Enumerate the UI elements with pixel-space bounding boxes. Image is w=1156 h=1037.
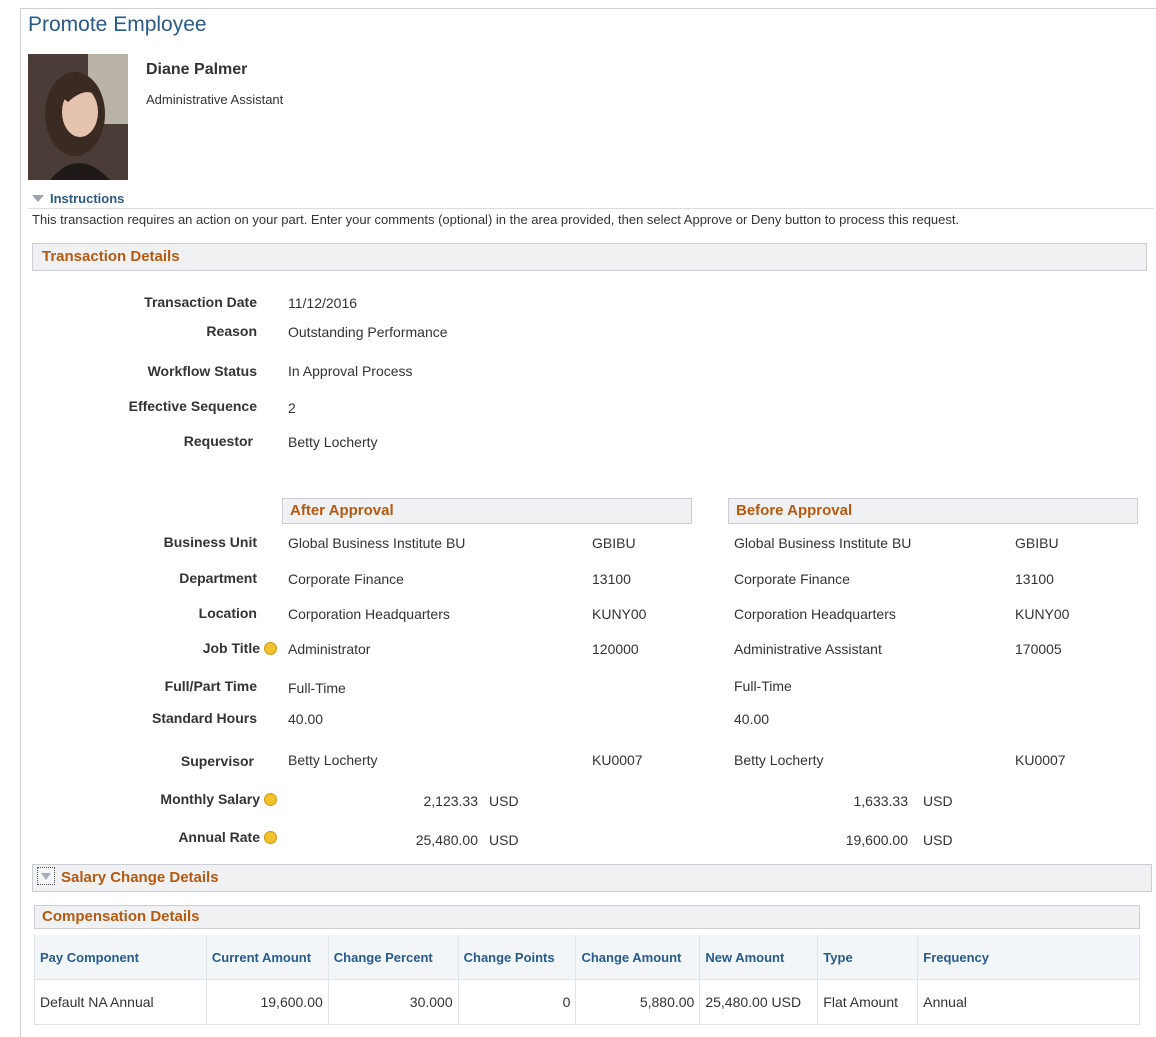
changed-indicator-icon (264, 831, 277, 844)
requestor-value: Betty Locherty (288, 434, 378, 450)
instructions-text: This transaction requires an action on y… (32, 212, 960, 227)
business-unit-after: Global Business Institute BU (288, 535, 466, 551)
cell-type: Flat Amount (817, 979, 919, 1025)
collapse-triangle-icon (32, 195, 44, 202)
monthly-salary-after: 2,123.33 (423, 793, 479, 809)
standard-hours-after: 40.00 (288, 711, 324, 727)
standard-hours-before: 40.00 (734, 711, 770, 727)
cell-change-percent: 30.000 (328, 979, 459, 1025)
transaction-date-value: 11/12/2016 (288, 295, 358, 311)
annual-rate-label-wrap: Annual Rate (60, 829, 277, 845)
col-current-amount[interactable]: Current Amount (206, 935, 329, 980)
col-change-amount[interactable]: Change Amount (575, 935, 701, 980)
business-unit-before-code: GBIBU (1015, 535, 1059, 551)
annual-rate-label: Annual Rate (178, 829, 260, 845)
annual-rate-after: 25,480.00 (415, 832, 478, 848)
col-change-percent[interactable]: Change Percent (328, 935, 459, 980)
monthly-salary-before-currency: USD (923, 793, 953, 809)
table-header-row: Pay Component Current Amount Change Perc… (34, 935, 1140, 980)
cell-change-points: 0 (458, 979, 577, 1025)
employee-photo (28, 54, 128, 180)
salary-change-details-label: Salary Change Details (61, 869, 219, 886)
job-title-label: Job Title (202, 640, 260, 656)
changed-indicator-icon (264, 793, 277, 806)
effective-sequence-label: Effective Sequence (128, 398, 257, 414)
cell-current-amount: 19,600.00 (206, 979, 329, 1025)
col-new-amount[interactable]: New Amount (699, 935, 819, 980)
department-after-code: 13100 (592, 571, 631, 587)
collapse-toggle-icon[interactable] (37, 867, 55, 885)
business-unit-label: Business Unit (163, 534, 257, 550)
job-title-after: Administrator (288, 641, 371, 657)
cell-change-amount: 5,880.00 (575, 979, 701, 1025)
supervisor-label: Supervisor (180, 753, 254, 769)
supervisor-after-code: KU0007 (592, 752, 643, 768)
job-title-before-code: 170005 (1015, 641, 1062, 657)
compensation-table: Pay Component Current Amount Change Perc… (34, 935, 1140, 1025)
instructions-toggle[interactable]: Instructions (32, 191, 124, 206)
location-after: Corporation Headquarters (288, 606, 450, 622)
transaction-date-label: Transaction Date (144, 294, 257, 310)
employee-job-title: Administrative Assistant (146, 92, 284, 107)
business-unit-after-code: GBIBU (592, 535, 636, 551)
col-change-points[interactable]: Change Points (458, 935, 577, 980)
job-title-label-wrap: Job Title (60, 640, 277, 656)
job-title-after-code: 120000 (592, 641, 639, 657)
supervisor-after: Betty Locherty (288, 752, 378, 768)
location-after-code: KUNY00 (592, 606, 647, 622)
changed-indicator-icon (264, 642, 277, 655)
location-before: Corporation Headquarters (734, 606, 896, 622)
before-approval-header: Before Approval (728, 498, 1138, 524)
col-frequency[interactable]: Frequency (917, 935, 1140, 980)
monthly-salary-label: Monthly Salary (160, 791, 260, 807)
table-row: Default NA Annual 19,600.00 30.000 0 5,8… (34, 979, 1140, 1025)
cell-new-amount: 25,480.00 USD (699, 979, 819, 1025)
transaction-details-header: Transaction Details (32, 243, 1147, 271)
instructions-label: Instructions (50, 191, 125, 206)
location-before-code: KUNY00 (1015, 606, 1070, 622)
col-type[interactable]: Type (817, 935, 919, 980)
department-after: Corporate Finance (288, 571, 404, 587)
full-part-time-label: Full/Part Time (164, 678, 257, 694)
col-pay-component[interactable]: Pay Component (34, 935, 207, 980)
annual-rate-after-currency: USD (489, 832, 519, 848)
monthly-salary-after-currency: USD (489, 793, 519, 809)
cell-pay-component: Default NA Annual (34, 979, 207, 1025)
supervisor-before-code: KU0007 (1015, 752, 1066, 768)
department-label: Department (179, 570, 257, 586)
annual-rate-before: 19,600.00 (845, 832, 908, 848)
supervisor-before: Betty Locherty (734, 752, 824, 768)
salary-change-details-header[interactable]: Salary Change Details (32, 864, 1152, 892)
department-before-code: 13100 (1015, 571, 1054, 587)
requestor-label: Requestor (183, 433, 253, 449)
monthly-salary-before: 1,633.33 (853, 793, 909, 809)
full-part-time-before: Full-Time (734, 678, 792, 694)
standard-hours-label: Standard Hours (151, 710, 257, 726)
annual-rate-before-currency: USD (923, 832, 953, 848)
reason-value: Outstanding Performance (288, 324, 448, 340)
workflow-status-value: In Approval Process (288, 363, 413, 379)
full-part-time-after: Full-Time (288, 680, 346, 696)
page-title: Promote Employee (28, 13, 207, 36)
job-title-before: Administrative Assistant (734, 641, 882, 657)
after-approval-header: After Approval (282, 498, 692, 524)
divider (28, 208, 1154, 209)
business-unit-before: Global Business Institute BU (734, 535, 912, 551)
department-before: Corporate Finance (734, 571, 850, 587)
employee-name: Diane Palmer (146, 61, 248, 78)
cell-frequency: Annual (917, 979, 1140, 1025)
reason-label: Reason (206, 323, 257, 339)
workflow-status-label: Workflow Status (147, 363, 257, 379)
monthly-salary-label-wrap: Monthly Salary (60, 791, 277, 807)
location-label: Location (198, 605, 257, 621)
effective-sequence-value: 2 (288, 400, 296, 416)
compensation-details-header: Compensation Details (34, 905, 1140, 929)
